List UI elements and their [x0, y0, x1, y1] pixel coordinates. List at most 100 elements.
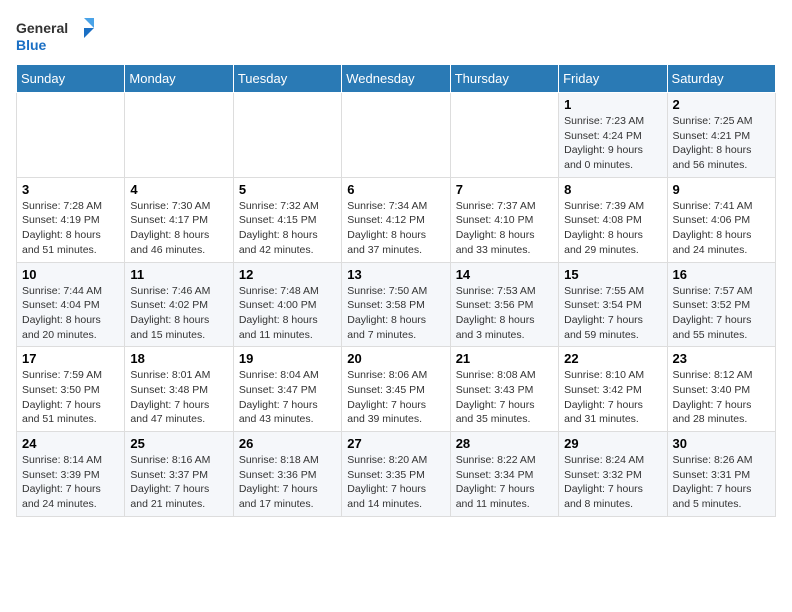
day-header-monday: Monday: [125, 65, 233, 93]
calendar-cell: 12Sunrise: 7:48 AMSunset: 4:00 PMDayligh…: [233, 262, 341, 347]
day-header-sunday: Sunday: [17, 65, 125, 93]
day-info: Sunrise: 8:10 AMSunset: 3:42 PMDaylight:…: [564, 368, 661, 427]
calendar-cell: 13 Sunrise: 7:50 AMSunset: 3:58 PMDayligh…: [342, 262, 450, 347]
day-number: 10: [22, 267, 119, 282]
calendar-cell: 23Sunrise: 8:12 AMSunset: 3:40 PMDayligh…: [667, 347, 775, 432]
calendar-cell: 16 Sunrise: 7:57 AMSunset: 3:52 PMDayligh…: [667, 262, 775, 347]
day-info: Sunrise: 7:23 AMSunset: 4:24 PMDaylight:…: [564, 114, 661, 173]
logo: General Blue: [16, 16, 96, 56]
calendar-cell: 7 Sunrise: 7:37 AMSunset: 4:10 PMDaylight…: [450, 177, 558, 262]
day-number: 4: [130, 182, 227, 197]
calendar-cell: 10 Sunrise: 7:44 AMSunset: 4:04 PMDayligh…: [17, 262, 125, 347]
day-info: Sunrise: 8:16 AMSunset: 3:37 PMDaylight:…: [130, 453, 227, 512]
calendar: SundayMondayTuesdayWednesdayThursdayFrid…: [16, 64, 776, 517]
calendar-cell: 5 Sunrise: 7:32 AMSunset: 4:15 PMDaylight…: [233, 177, 341, 262]
day-info: Sunrise: 7:34 AMSunset: 4:12 PMDaylight:…: [347, 199, 444, 258]
day-info: Sunrise: 8:14 AMSunset: 3:39 PMDaylight:…: [22, 453, 119, 512]
calendar-cell: [233, 93, 341, 178]
calendar-cell: 8 Sunrise: 7:39 AMSunset: 4:08 PMDaylight…: [559, 177, 667, 262]
day-number: 25: [130, 436, 227, 451]
day-number: 9: [673, 182, 770, 197]
day-info: Sunrise: 7:55 AMSunset: 3:54 PMDaylight:…: [564, 284, 661, 343]
calendar-cell: 29 Sunrise: 8:24 AMSunset: 3:32 PMDayligh…: [559, 432, 667, 517]
day-info: Sunrise: 7:53 AMSunset: 3:56 PMDaylight:…: [456, 284, 553, 343]
day-info: Sunrise: 7:30 AMSunset: 4:17 PMDaylight:…: [130, 199, 227, 258]
day-number: 13: [347, 267, 444, 282]
day-number: 22: [564, 351, 661, 366]
day-info: Sunrise: 7:39 AMSunset: 4:08 PMDaylight:…: [564, 199, 661, 258]
calendar-cell: [342, 93, 450, 178]
day-number: 12: [239, 267, 336, 282]
day-number: 17: [22, 351, 119, 366]
day-number: 7: [456, 182, 553, 197]
calendar-cell: 11 Sunrise: 7:46 AMSunset: 4:02 PMDayligh…: [125, 262, 233, 347]
calendar-cell: 20Sunrise: 8:06 AMSunset: 3:45 PMDayligh…: [342, 347, 450, 432]
day-info: Sunrise: 8:04 AMSunset: 3:47 PMDaylight:…: [239, 368, 336, 427]
calendar-cell: 4 Sunrise: 7:30 AMSunset: 4:17 PMDaylight…: [125, 177, 233, 262]
calendar-cell: 30Sunrise: 8:26 AMSunset: 3:31 PMDayligh…: [667, 432, 775, 517]
day-info: Sunrise: 7:59 AMSunset: 3:50 PMDaylight:…: [22, 368, 119, 427]
day-info: Sunrise: 8:01 AMSunset: 3:48 PMDaylight:…: [130, 368, 227, 427]
day-number: 24: [22, 436, 119, 451]
day-header-saturday: Saturday: [667, 65, 775, 93]
svg-text:General: General: [16, 20, 68, 36]
day-header-wednesday: Wednesday: [342, 65, 450, 93]
day-number: 5: [239, 182, 336, 197]
day-header-thursday: Thursday: [450, 65, 558, 93]
calendar-cell: 25 Sunrise: 8:16 AMSunset: 3:37 PMDayligh…: [125, 432, 233, 517]
calendar-cell: 26 Sunrise: 8:18 AMSunset: 3:36 PMDayligh…: [233, 432, 341, 517]
day-info: Sunrise: 7:57 AMSunset: 3:52 PMDaylight:…: [673, 284, 770, 343]
day-info: Sunrise: 8:18 AMSunset: 3:36 PMDaylight:…: [239, 453, 336, 512]
day-number: 2: [673, 97, 770, 112]
calendar-cell: 22 Sunrise: 8:10 AMSunset: 3:42 PMDayligh…: [559, 347, 667, 432]
day-info: Sunrise: 7:41 AMSunset: 4:06 PMDaylight:…: [673, 199, 770, 258]
calendar-cell: 15 Sunrise: 7:55 AMSunset: 3:54 PMDayligh…: [559, 262, 667, 347]
calendar-cell: 1 Sunrise: 7:23 AMSunset: 4:24 PMDaylight…: [559, 93, 667, 178]
day-info: Sunrise: 8:12 AMSunset: 3:40 PMDaylight:…: [673, 368, 770, 427]
day-number: 26: [239, 436, 336, 451]
calendar-week-4: 17 Sunrise: 7:59 AMSunset: 3:50 PMDayligh…: [17, 347, 776, 432]
calendar-cell: 6 Sunrise: 7:34 AMSunset: 4:12 PMDaylight…: [342, 177, 450, 262]
day-info: Sunrise: 7:32 AMSunset: 4:15 PMDaylight:…: [239, 199, 336, 258]
svg-text:Blue: Blue: [16, 37, 47, 53]
day-number: 1: [564, 97, 661, 112]
calendar-cell: 2 Sunrise: 7:25 AMSunset: 4:21 PMDaylight…: [667, 93, 775, 178]
day-info: Sunrise: 7:50 AMSunset: 3:58 PMDaylight:…: [347, 284, 444, 343]
day-info: Sunrise: 8:08 AMSunset: 3:43 PMDaylight:…: [456, 368, 553, 427]
day-number: 28: [456, 436, 553, 451]
calendar-cell: 17 Sunrise: 7:59 AMSunset: 3:50 PMDayligh…: [17, 347, 125, 432]
day-info: Sunrise: 7:28 AMSunset: 4:19 PMDaylight:…: [22, 199, 119, 258]
calendar-week-5: 24 Sunrise: 8:14 AMSunset: 3:39 PMDayligh…: [17, 432, 776, 517]
day-info: Sunrise: 8:20 AMSunset: 3:35 PMDaylight:…: [347, 453, 444, 512]
day-number: 11: [130, 267, 227, 282]
day-info: Sunrise: 8:24 AMSunset: 3:32 PMDaylight:…: [564, 453, 661, 512]
calendar-cell: 24 Sunrise: 8:14 AMSunset: 3:39 PMDayligh…: [17, 432, 125, 517]
day-info: Sunrise: 7:25 AMSunset: 4:21 PMDaylight:…: [673, 114, 770, 173]
day-number: 29: [564, 436, 661, 451]
logo-svg: General Blue: [16, 16, 96, 56]
calendar-header-row: SundayMondayTuesdayWednesdayThursdayFrid…: [17, 65, 776, 93]
day-number: 19: [239, 351, 336, 366]
day-header-tuesday: Tuesday: [233, 65, 341, 93]
day-header-friday: Friday: [559, 65, 667, 93]
calendar-cell: 28Sunrise: 8:22 AMSunset: 3:34 PMDayligh…: [450, 432, 558, 517]
day-info: Sunrise: 7:46 AMSunset: 4:02 PMDaylight:…: [130, 284, 227, 343]
day-info: Sunrise: 7:44 AMSunset: 4:04 PMDaylight:…: [22, 284, 119, 343]
day-number: 16: [673, 267, 770, 282]
day-info: Sunrise: 7:37 AMSunset: 4:10 PMDaylight:…: [456, 199, 553, 258]
day-number: 21: [456, 351, 553, 366]
day-number: 15: [564, 267, 661, 282]
day-number: 27: [347, 436, 444, 451]
day-number: 14: [456, 267, 553, 282]
calendar-cell: 9 Sunrise: 7:41 AMSunset: 4:06 PMDaylight…: [667, 177, 775, 262]
calendar-cell: [125, 93, 233, 178]
calendar-week-3: 10 Sunrise: 7:44 AMSunset: 4:04 PMDayligh…: [17, 262, 776, 347]
day-number: 18: [130, 351, 227, 366]
calendar-cell: 18 Sunrise: 8:01 AMSunset: 3:48 PMDayligh…: [125, 347, 233, 432]
day-number: 8: [564, 182, 661, 197]
day-info: Sunrise: 8:26 AMSunset: 3:31 PMDaylight:…: [673, 453, 770, 512]
day-number: 3: [22, 182, 119, 197]
day-number: 20: [347, 351, 444, 366]
day-number: 6: [347, 182, 444, 197]
calendar-cell: [450, 93, 558, 178]
